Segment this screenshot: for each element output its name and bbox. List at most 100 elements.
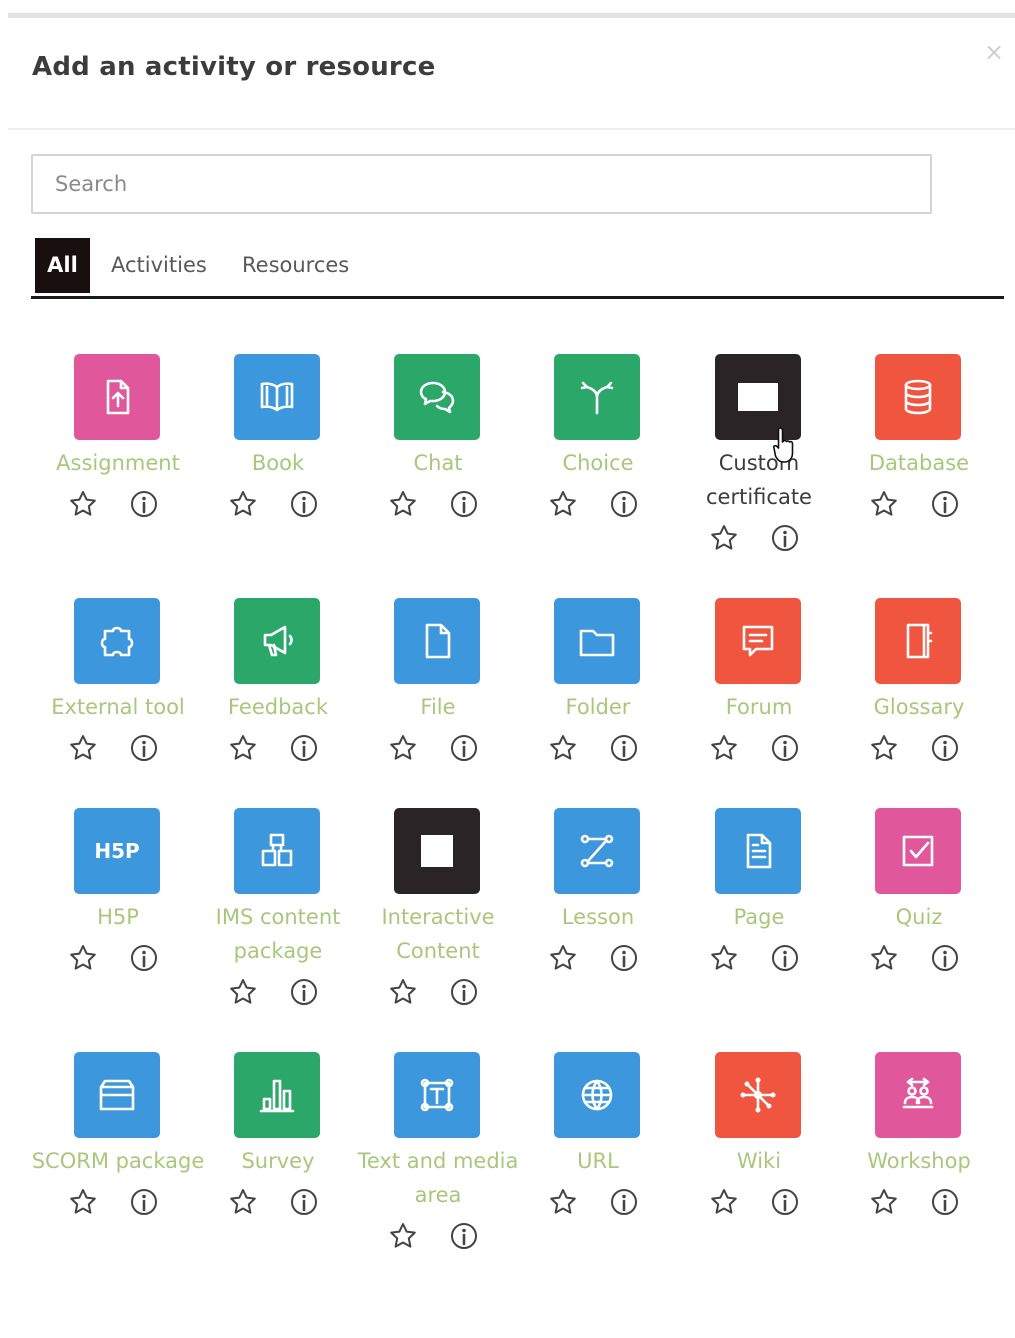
tab-resources[interactable]: Resources [242,238,349,293]
activity-label[interactable]: Workshop [831,1144,1007,1178]
star-icon[interactable] [67,942,99,974]
info-icon[interactable] [288,976,320,1008]
activity-label[interactable]: External tool [30,690,206,724]
star-icon[interactable] [387,488,419,520]
star-icon[interactable] [708,732,740,764]
star-icon[interactable] [67,488,99,520]
star-icon[interactable] [708,522,740,554]
info-icon[interactable] [608,732,640,764]
assignment-icon[interactable] [74,354,160,440]
scorm-package-icon[interactable] [74,1052,160,1138]
activity-label[interactable]: Feedback [190,690,366,724]
folder-icon[interactable] [554,598,640,684]
activity-label[interactable]: File [350,690,526,724]
ims-package-icon[interactable] [234,808,320,894]
activity-label[interactable]: URL [510,1144,686,1178]
info-icon[interactable] [929,488,961,520]
glossary-icon[interactable] [875,598,961,684]
tab-all[interactable]: All [35,238,90,293]
h5p-icon[interactable]: H5P [74,808,160,894]
info-icon[interactable] [288,488,320,520]
activity-label[interactable]: Folder [510,690,686,724]
info-icon[interactable] [769,732,801,764]
star-icon[interactable] [708,942,740,974]
star-icon[interactable] [227,1186,259,1218]
star-icon[interactable] [387,976,419,1008]
star-icon[interactable] [708,1186,740,1218]
file-icon[interactable] [394,598,480,684]
activity-label[interactable]: Glossary [831,690,1007,724]
info-icon[interactable] [288,732,320,764]
star-icon[interactable] [868,942,900,974]
star-icon[interactable] [547,732,579,764]
info-icon[interactable] [608,942,640,974]
star-icon[interactable] [227,488,259,520]
activity-label[interactable]: Custom certificate [671,446,847,514]
info-icon[interactable] [608,1186,640,1218]
database-icon[interactable] [875,354,961,440]
activity-label[interactable]: Chat [350,446,526,480]
activity-label[interactable]: Assignment [30,446,206,480]
info-icon[interactable] [448,1220,480,1252]
activity-label[interactable]: Wiki [671,1144,847,1178]
info-icon[interactable] [929,1186,961,1218]
star-icon[interactable] [547,488,579,520]
forum-icon[interactable] [715,598,801,684]
lesson-icon[interactable] [554,808,640,894]
info-icon[interactable] [448,976,480,1008]
activity-label[interactable]: Page [671,900,847,934]
activity-label[interactable]: Lesson [510,900,686,934]
star-icon[interactable] [868,1186,900,1218]
star-icon[interactable] [227,732,259,764]
interactive-content-icon[interactable] [394,808,480,894]
url-icon[interactable] [554,1052,640,1138]
info-icon[interactable] [608,488,640,520]
search-input[interactable] [31,154,932,214]
activity-label[interactable]: IMS content package [190,900,366,968]
info-icon[interactable] [128,488,160,520]
wiki-icon[interactable] [715,1052,801,1138]
info-icon[interactable] [929,942,961,974]
tab-activities[interactable]: Activities [111,238,207,293]
info-icon[interactable] [128,942,160,974]
star-icon[interactable] [67,1186,99,1218]
star-icon[interactable] [387,732,419,764]
activity-label[interactable]: SCORM package [30,1144,206,1178]
workshop-icon[interactable] [875,1052,961,1138]
info-icon[interactable] [769,942,801,974]
info-icon[interactable] [769,522,801,554]
star-icon[interactable] [547,942,579,974]
star-icon[interactable] [547,1186,579,1218]
survey-icon[interactable] [234,1052,320,1138]
star-icon[interactable] [227,976,259,1008]
star-icon[interactable] [868,488,900,520]
info-icon[interactable] [448,488,480,520]
info-icon[interactable] [929,732,961,764]
star-icon[interactable] [67,732,99,764]
info-icon[interactable] [288,1186,320,1218]
feedback-icon[interactable] [234,598,320,684]
activity-label[interactable]: Text and media area [350,1144,526,1212]
activity-label[interactable]: H5P [30,900,206,934]
activity-label[interactable]: Book [190,446,366,480]
info-icon[interactable] [769,1186,801,1218]
chat-icon[interactable] [394,354,480,440]
star-icon[interactable] [868,732,900,764]
close-icon[interactable]: × [984,40,1004,64]
star-icon[interactable] [387,1220,419,1252]
activity-label[interactable]: Database [831,446,1007,480]
info-icon[interactable] [128,732,160,764]
page-icon[interactable] [715,808,801,894]
activity-label[interactable]: Choice [510,446,686,480]
activity-label[interactable]: Interactive Content [350,900,526,968]
activity-label[interactable]: Survey [190,1144,366,1178]
quiz-icon[interactable] [875,808,961,894]
info-icon[interactable] [128,1186,160,1218]
book-icon[interactable] [234,354,320,440]
activity-label[interactable]: Forum [671,690,847,724]
text-media-icon[interactable] [394,1052,480,1138]
external-tool-icon[interactable] [74,598,160,684]
activity-label[interactable]: Quiz [831,900,1007,934]
info-icon[interactable] [448,732,480,764]
choice-icon[interactable] [554,354,640,440]
